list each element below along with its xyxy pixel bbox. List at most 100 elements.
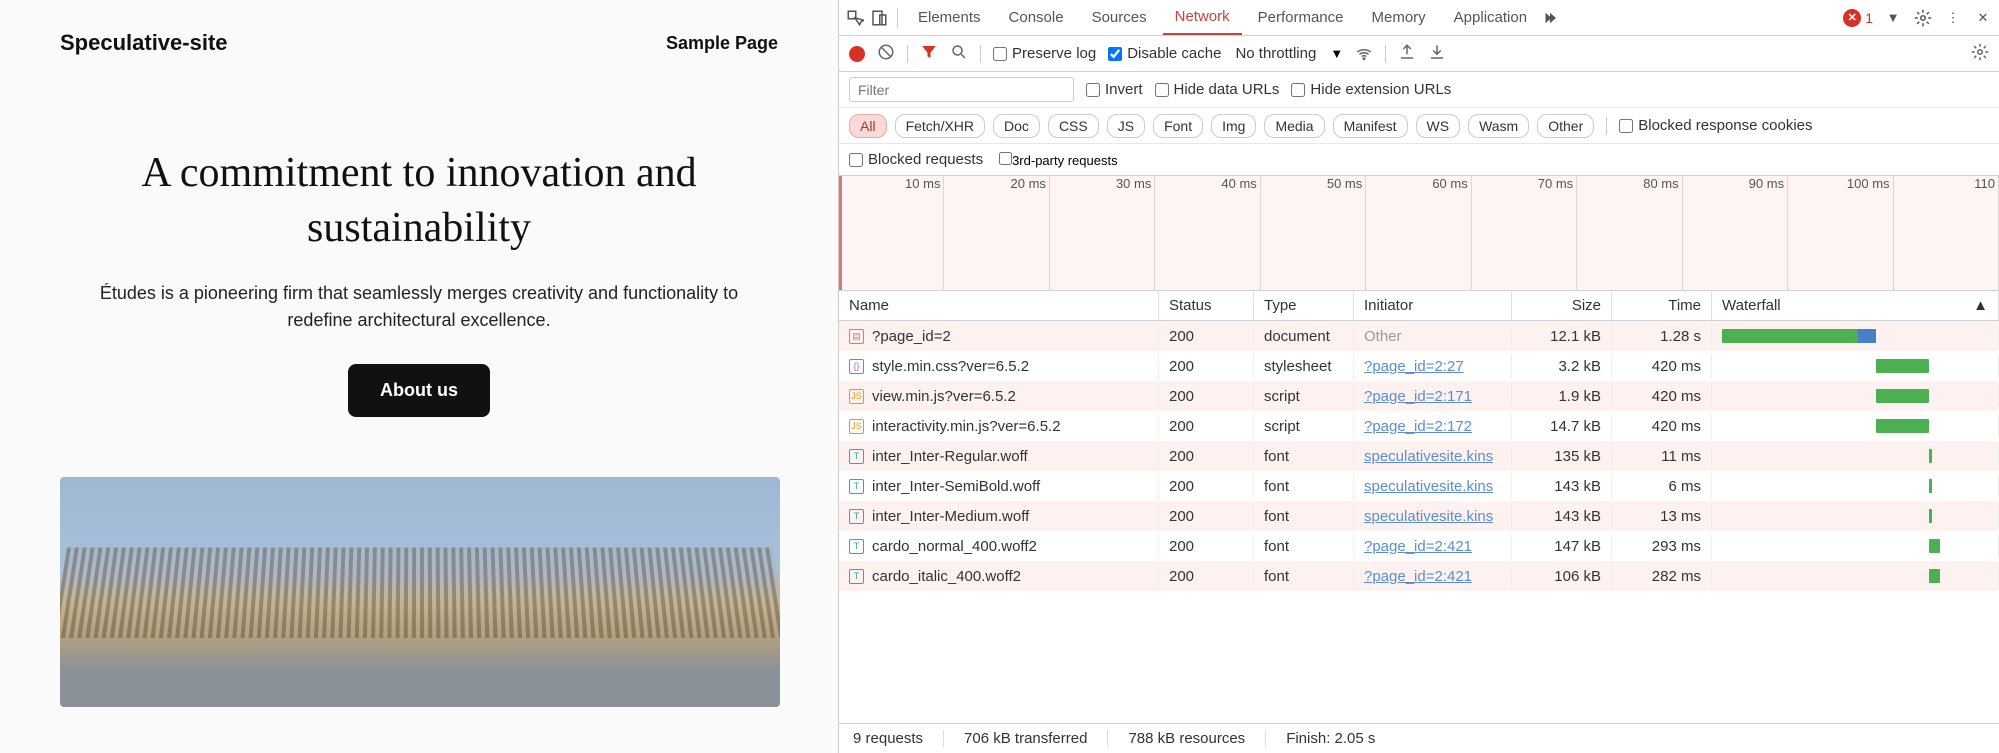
table-row[interactable]: Tcardo_italic_400.woff2 200 font ?page_i… — [839, 561, 1999, 591]
network-settings-icon[interactable] — [1971, 43, 1989, 64]
chevron-down-icon[interactable]: ▼ — [1330, 46, 1343, 61]
close-devtools-icon[interactable]: ✕ — [1973, 8, 1993, 28]
table-row[interactable]: JSinteractivity.min.js?ver=6.5.2 200 scr… — [839, 411, 1999, 441]
tab-application[interactable]: Application — [1442, 1, 1539, 34]
disable-cache-label: Disable cache — [1127, 45, 1221, 62]
type-cell: font — [1254, 534, 1354, 559]
table-row[interactable]: Tinter_Inter-SemiBold.woff 200 font spec… — [839, 471, 1999, 501]
settings-icon[interactable] — [1913, 8, 1933, 28]
more-tabs-icon[interactable] — [1543, 8, 1563, 28]
file-name: inter_Inter-Medium.woff — [872, 508, 1029, 525]
type-filter-all[interactable]: All — [849, 114, 887, 138]
blocked-requests-checkbox[interactable]: Blocked requests — [849, 151, 983, 168]
initiator-link[interactable]: ?page_id=2:421 — [1364, 568, 1472, 585]
waterfall-overview[interactable]: 10 ms20 ms30 ms40 ms50 ms60 ms70 ms80 ms… — [839, 176, 1999, 291]
status-cell: 200 — [1159, 564, 1254, 589]
type-filter-doc[interactable]: Doc — [993, 114, 1040, 138]
type-filter-media[interactable]: Media — [1264, 114, 1324, 138]
type-filter-ws[interactable]: WS — [1416, 114, 1461, 138]
blocked-cookies-checkbox[interactable]: Blocked response cookies — [1619, 117, 1812, 134]
tab-console[interactable]: Console — [997, 1, 1076, 34]
type-cell: font — [1254, 564, 1354, 589]
blocked-filter-row: Blocked requests 3rd-party requests — [839, 144, 1999, 176]
col-name[interactable]: Name — [839, 291, 1159, 320]
type-cell: font — [1254, 474, 1354, 499]
filter-input[interactable] — [849, 77, 1074, 102]
hero-image — [60, 477, 780, 707]
error-count-badge[interactable]: ✕ 1 — [1843, 9, 1873, 27]
preserve-log-input[interactable] — [993, 47, 1007, 61]
table-row[interactable]: {}style.min.css?ver=6.5.2 200 stylesheet… — [839, 351, 1999, 381]
type-filter-manifest[interactable]: Manifest — [1333, 114, 1408, 138]
table-row[interactable]: Tinter_Inter-Regular.woff 200 font specu… — [839, 441, 1999, 471]
table-row[interactable]: ▤?page_id=2 200 document Other 12.1 kB 1… — [839, 321, 1999, 351]
time-cell: 293 ms — [1612, 534, 1712, 559]
col-size[interactable]: Size — [1512, 291, 1612, 320]
tab-elements[interactable]: Elements — [906, 1, 993, 34]
col-time[interactable]: Time — [1612, 291, 1712, 320]
download-har-icon[interactable] — [1428, 43, 1446, 64]
col-waterfall[interactable]: Waterfall ▲ — [1712, 291, 1999, 320]
col-status[interactable]: Status — [1159, 291, 1254, 320]
table-row[interactable]: Tinter_Inter-Medium.woff 200 font specul… — [839, 501, 1999, 531]
col-type[interactable]: Type — [1254, 291, 1354, 320]
about-us-button[interactable]: About us — [348, 364, 490, 417]
ruler-tick: 20 ms — [944, 176, 1049, 196]
initiator-link[interactable]: speculativesite.kins — [1364, 508, 1493, 525]
initiator-link[interactable]: ?page_id=2:171 — [1364, 388, 1472, 405]
nav-sample-page[interactable]: Sample Page — [666, 33, 778, 54]
search-icon[interactable] — [950, 43, 968, 64]
device-toolbar-icon[interactable] — [869, 8, 889, 28]
inspect-element-icon[interactable] — [845, 8, 865, 28]
initiator-link[interactable]: ?page_id=2:421 — [1364, 538, 1472, 555]
type-filter-css[interactable]: CSS — [1048, 114, 1099, 138]
size-cell: 12.1 kB — [1512, 324, 1612, 349]
col-initiator[interactable]: Initiator — [1354, 291, 1512, 320]
hero-title: A commitment to innovation and sustainab… — [60, 146, 778, 255]
table-row[interactable]: JSview.min.js?ver=6.5.2 200 script ?page… — [839, 381, 1999, 411]
disable-cache-checkbox[interactable]: Disable cache — [1108, 45, 1221, 62]
hide-extension-urls-checkbox[interactable]: Hide extension URLs — [1291, 81, 1451, 98]
type-filter-wasm[interactable]: Wasm — [1468, 114, 1529, 138]
type-filter-font[interactable]: Font — [1153, 114, 1203, 138]
type-cell: stylesheet — [1254, 354, 1354, 379]
clear-icon[interactable] — [877, 43, 895, 64]
table-row[interactable]: Tcardo_normal_400.woff2 200 font ?page_i… — [839, 531, 1999, 561]
type-filter-img[interactable]: Img — [1211, 114, 1256, 138]
throttling-select[interactable]: No throttling — [1233, 43, 1318, 64]
initiator-link[interactable]: ?page_id=2:172 — [1364, 418, 1472, 435]
ruler-tick: 90 ms — [1683, 176, 1788, 196]
filter-icon[interactable] — [920, 43, 938, 64]
file-name: style.min.css?ver=6.5.2 — [872, 358, 1029, 375]
record-button[interactable] — [849, 46, 865, 62]
site-title[interactable]: Speculative-site — [60, 30, 228, 56]
tab-memory[interactable]: Memory — [1360, 1, 1438, 34]
network-conditions-icon[interactable] — [1355, 43, 1373, 64]
tab-performance[interactable]: Performance — [1246, 1, 1356, 34]
initiator-link[interactable]: speculativesite.kins — [1364, 448, 1493, 465]
tab-network[interactable]: Network — [1163, 0, 1242, 35]
file-name: cardo_normal_400.woff2 — [872, 538, 1037, 555]
type-filter-js[interactable]: JS — [1107, 114, 1145, 138]
type-filter-fetch-xhr[interactable]: Fetch/XHR — [895, 114, 985, 138]
time-cell: 6 ms — [1612, 474, 1712, 499]
file-name: inter_Inter-Regular.woff — [872, 448, 1028, 465]
site-header: Speculative-site Sample Page — [60, 20, 778, 86]
initiator-link[interactable]: speculativesite.kins — [1364, 478, 1493, 495]
initiator-link[interactable]: ?page_id=2:27 — [1364, 358, 1464, 375]
ruler-tick: 80 ms — [1577, 176, 1682, 196]
dropdown-icon[interactable]: ▼ — [1883, 8, 1903, 28]
upload-har-icon[interactable] — [1398, 43, 1416, 64]
disable-cache-input[interactable] — [1108, 47, 1122, 61]
status-finish: Finish: 2.05 s — [1286, 730, 1395, 747]
preserve-log-checkbox[interactable]: Preserve log — [993, 45, 1096, 62]
type-filter-other[interactable]: Other — [1537, 114, 1594, 138]
more-menu-icon[interactable]: ⋮ — [1943, 8, 1963, 28]
third-party-checkbox[interactable]: 3rd-party requests — [999, 152, 1118, 168]
hide-data-urls-checkbox[interactable]: Hide data URLs — [1155, 81, 1280, 98]
ruler-tick: 60 ms — [1366, 176, 1471, 196]
tab-sources[interactable]: Sources — [1080, 1, 1159, 34]
time-cell: 420 ms — [1612, 354, 1712, 379]
invert-checkbox[interactable]: Invert — [1086, 81, 1143, 98]
waterfall-cell — [1712, 475, 1999, 497]
